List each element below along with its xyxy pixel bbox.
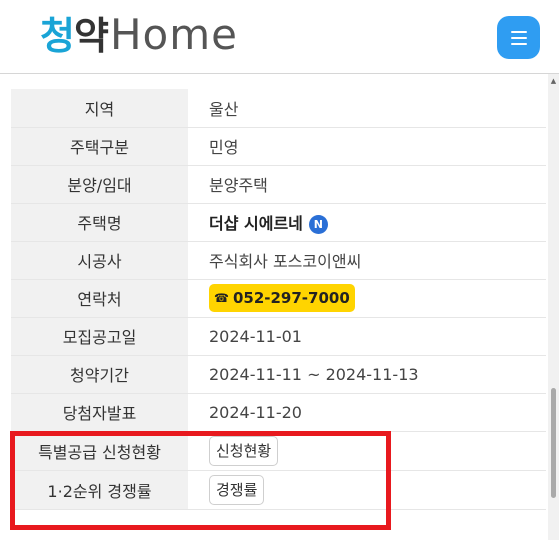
site-logo[interactable]: 청약 Home xyxy=(40,10,238,60)
menu-button[interactable] xyxy=(497,16,540,59)
site-header: 청약 Home xyxy=(0,0,559,74)
table-row: 특별공급 신청현황 신청현황 xyxy=(11,431,546,471)
row-value: 신청현황 xyxy=(188,431,546,471)
table-row: 당첨자발표 2024-11-20 xyxy=(11,393,546,432)
table-row: 모집공고일 2024-11-01 xyxy=(11,317,546,356)
row-label: 분양/임대 xyxy=(11,165,188,204)
row-value: 2024-11-01 xyxy=(188,317,546,356)
phone-number: 052-297-7000 xyxy=(232,289,350,307)
row-label: 시공사 xyxy=(11,241,188,280)
table-row: 주택명 더샵 시에르네 N xyxy=(11,203,546,242)
row-value: 주식회사 포스코이앤씨 xyxy=(188,241,546,280)
row-value: 더샵 시에르네 N xyxy=(188,203,546,242)
row-value: 민영 xyxy=(188,127,546,166)
row-label: 당첨자발표 xyxy=(11,393,188,432)
row-label: 연락처 xyxy=(11,279,188,318)
special-supply-status-button[interactable]: 신청현황 xyxy=(209,435,279,466)
phone-icon: ☎ xyxy=(214,291,229,305)
competition-rate-button[interactable]: 경쟁률 xyxy=(209,474,265,505)
row-label: 주택구분 xyxy=(11,127,188,166)
row-value: 2024-11-11 ~ 2024-11-13 xyxy=(188,355,546,394)
table-row: 시공사 주식회사 포스코이앤씨 xyxy=(11,241,546,280)
new-badge-icon: N xyxy=(308,215,328,234)
housing-name: 더샵 시에르네 xyxy=(209,214,303,233)
row-label: 특별공급 신청현황 xyxy=(11,431,188,471)
row-label: 청약기간 xyxy=(11,355,188,394)
table-row: 지역 울산 xyxy=(11,89,546,128)
row-value: 분양주택 xyxy=(188,165,546,204)
table-row: 분양/임대 분양주택 xyxy=(11,165,546,204)
logo-english: Home xyxy=(109,10,238,59)
logo-korean: 청약 xyxy=(40,14,109,58)
row-label: 주택명 xyxy=(11,203,188,242)
scroll-up-icon[interactable]: ▲ xyxy=(548,74,559,88)
table-row: 1·2순위 경쟁률 경쟁률 xyxy=(11,470,546,510)
table-row: 청약기간 2024-11-11 ~ 2024-11-13 xyxy=(11,355,546,394)
phone-link[interactable]: ☎ 052-297-7000 xyxy=(209,284,355,312)
housing-info-table: 지역 울산 주택구분 민영 분양/임대 분양주택 주택명 더샵 시에르네 N 시공… xyxy=(11,89,546,510)
hamburger-icon xyxy=(510,30,527,33)
row-label: 1·2순위 경쟁률 xyxy=(11,470,188,510)
table-row: 주택구분 민영 xyxy=(11,127,546,166)
row-value: 울산 xyxy=(188,89,546,128)
row-value: 경쟁률 xyxy=(188,470,546,510)
row-value: ☎ 052-297-7000 xyxy=(188,279,546,318)
table-row: 연락처 ☎ 052-297-7000 xyxy=(11,279,546,318)
scrollbar-thumb[interactable] xyxy=(551,388,556,498)
row-label: 지역 xyxy=(11,89,188,128)
row-label: 모집공고일 xyxy=(11,317,188,356)
row-value: 2024-11-20 xyxy=(188,393,546,432)
